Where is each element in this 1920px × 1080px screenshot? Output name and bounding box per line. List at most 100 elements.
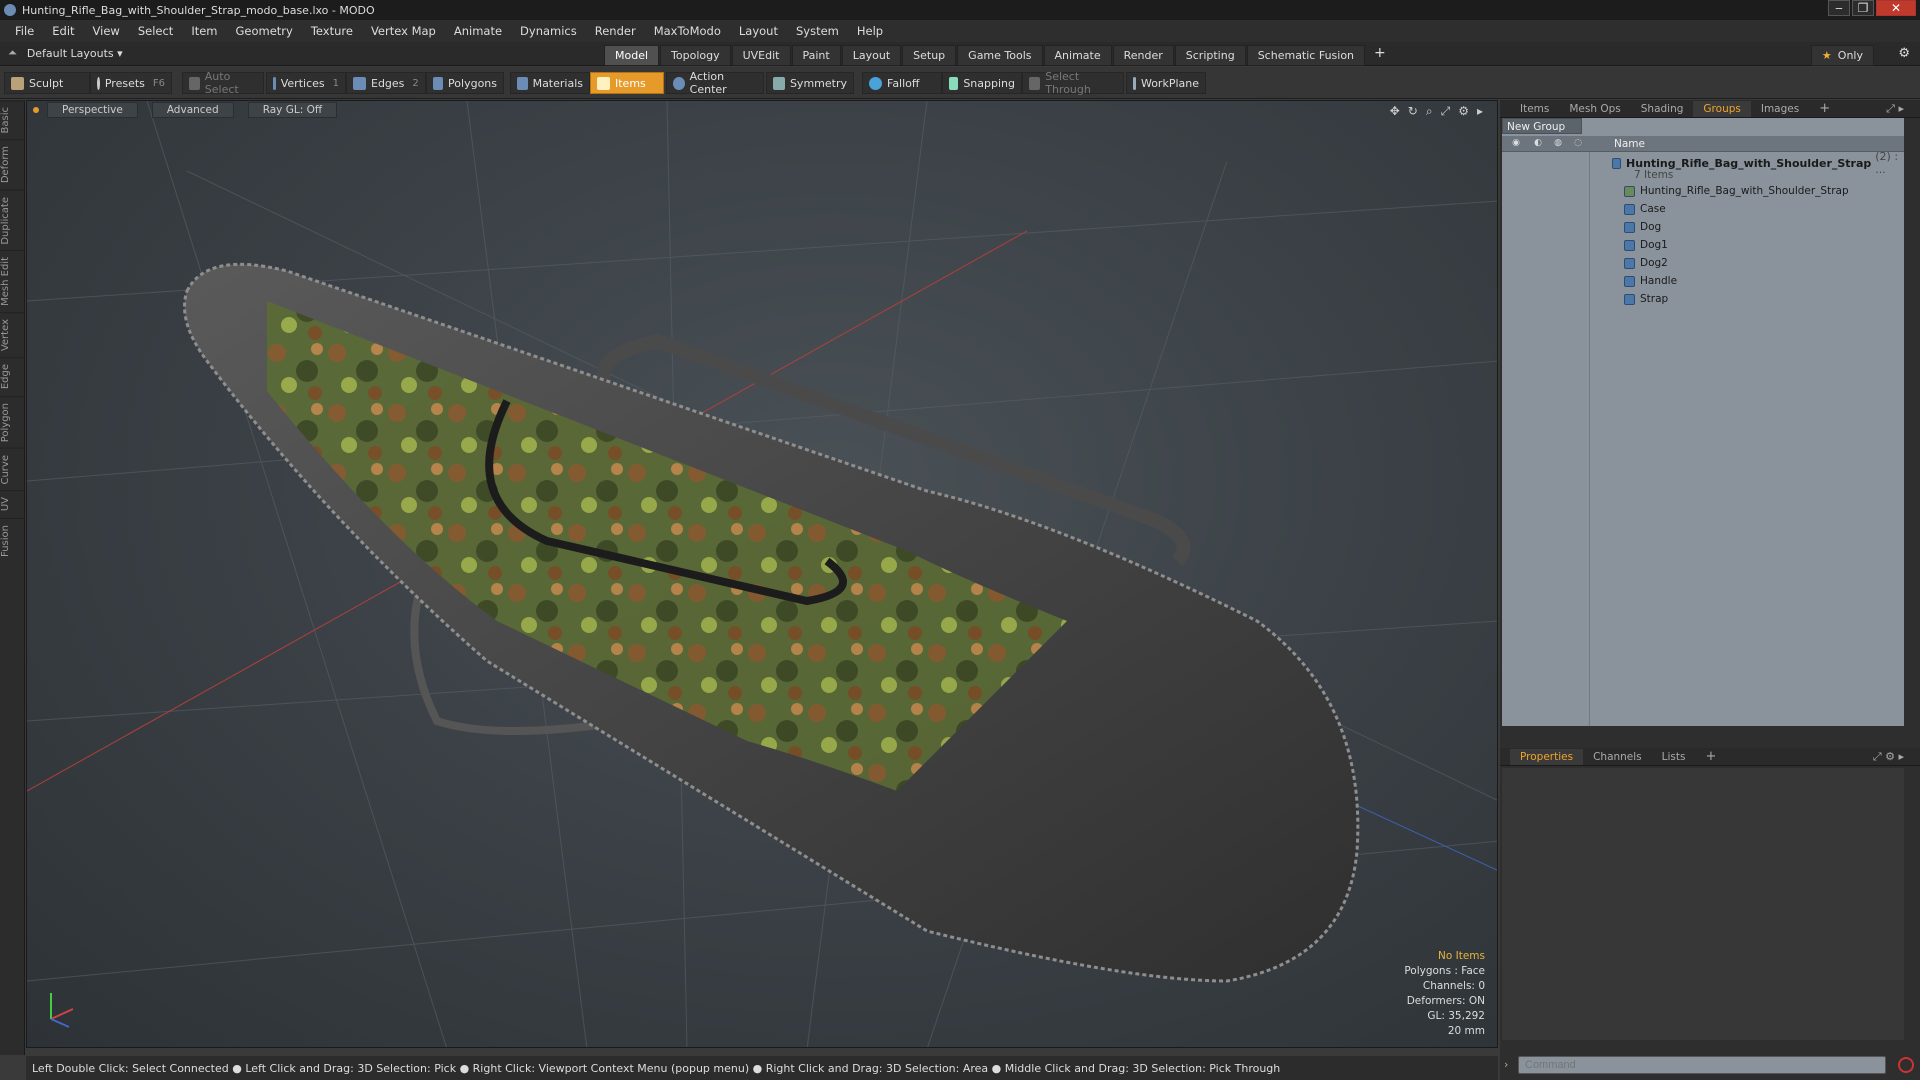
vertices-button[interactable]: Vertices 1 <box>266 72 346 94</box>
menu-view[interactable]: View <box>84 24 129 38</box>
lefttab-polygon[interactable]: Polygon <box>0 395 25 448</box>
tab-game-tools[interactable]: Game Tools <box>957 45 1043 66</box>
groups-list[interactable]: New Group ◉ ◐ ◍ ◌ Name Hunting_Rifle_Bag… <box>1502 118 1904 726</box>
action-center-button[interactable]: Action Center <box>666 70 764 96</box>
tab-groups[interactable]: Groups <box>1693 100 1751 117</box>
menu-help[interactable]: Help <box>848 24 892 38</box>
list-item[interactable]: Dog1 <box>1590 236 1904 254</box>
layouts-label[interactable]: Default Layouts ▾ <box>27 47 123 60</box>
menu-animate[interactable]: Animate <box>445 24 511 38</box>
add-panel-tab-button[interactable]: + <box>1809 99 1840 118</box>
shading-mode-button[interactable]: Advanced <box>151 102 234 118</box>
render-column-icon[interactable]: ◐ <box>1532 138 1544 150</box>
move-view-icon[interactable]: ✥ <box>1390 104 1400 119</box>
tab-paint[interactable]: Paint <box>791 45 841 66</box>
tab-mesh-ops[interactable]: Mesh Ops <box>1559 101 1630 117</box>
add-bottom-tab-button[interactable]: + <box>1695 747 1726 766</box>
list-item[interactable]: Dog2 <box>1590 254 1904 272</box>
viewport-menu-dot[interactable] <box>33 107 39 113</box>
select-column-icon[interactable]: ◌ <box>1572 138 1584 150</box>
menu-vertex-map[interactable]: Vertex Map <box>362 24 445 38</box>
menu-maxtomodo[interactable]: MaxToModo <box>645 24 730 38</box>
list-item[interactable]: Dog <box>1590 218 1904 236</box>
tab-lists[interactable]: Lists <box>1652 749 1696 765</box>
visibility-columns[interactable] <box>1502 152 1590 726</box>
polygons-button[interactable]: Polygons <box>426 72 504 94</box>
menu-item[interactable]: Item <box>182 24 226 38</box>
menu-select[interactable]: Select <box>129 24 182 38</box>
lefttab-mesh-edit[interactable]: Mesh Edit <box>0 250 25 313</box>
window-title: Hunting_Rifle_Bag_with_Shoulder_Strap_mo… <box>22 3 375 17</box>
layout-up-icon[interactable]: ⏶ <box>8 46 17 60</box>
gear-icon[interactable]: ⚙ <box>1898 46 1910 61</box>
tab-render[interactable]: Render <box>1112 45 1174 66</box>
maximize-button[interactable]: ❐ <box>1852 0 1874 16</box>
add-tab-button[interactable]: + <box>1366 45 1394 66</box>
lefttab-deform[interactable]: Deform <box>0 139 25 190</box>
menu-dynamics[interactable]: Dynamics <box>511 24 586 38</box>
minimize-button[interactable]: ‒ <box>1828 0 1850 16</box>
view-type-button[interactable]: Perspective <box>47 102 138 118</box>
symmetry-button[interactable]: Symmetry <box>766 72 854 94</box>
lefttab-fusion[interactable]: Fusion <box>0 517 25 563</box>
list-item[interactable]: Strap <box>1590 290 1904 308</box>
menu-file[interactable]: File <box>6 24 43 38</box>
select-through-button[interactable]: Select Through <box>1022 70 1124 96</box>
items-button[interactable]: Items <box>590 72 664 94</box>
tab-images[interactable]: Images <box>1751 101 1809 117</box>
lefttab-basic[interactable]: Basic <box>0 100 25 140</box>
command-input[interactable] <box>1518 1056 1886 1074</box>
bottom-panel-expand-icon[interactable]: ⤢ ⚙ ▸ <box>1863 748 1914 766</box>
viewport-settings-icon[interactable]: ⚙ <box>1458 104 1469 119</box>
fit-view-icon[interactable]: ⤢ <box>1441 104 1451 119</box>
snapping-button[interactable]: Snapping <box>942 72 1022 94</box>
viewport-expand-icon[interactable]: ▸ <box>1477 104 1483 119</box>
tab-setup[interactable]: Setup <box>902 45 957 66</box>
menu-geometry[interactable]: Geometry <box>227 24 302 38</box>
menu-render[interactable]: Render <box>586 24 645 38</box>
menu-edit[interactable]: Edit <box>43 24 83 38</box>
tab-animate[interactable]: Animate <box>1043 45 1112 66</box>
edges-button[interactable]: Edges 2 <box>346 72 426 94</box>
tab-properties[interactable]: Properties <box>1510 748 1584 765</box>
command-history-icon[interactable] <box>1898 1057 1914 1073</box>
only-button[interactable]: ★ Only <box>1810 45 1874 66</box>
workplane-button[interactable]: WorkPlane <box>1126 72 1206 94</box>
menu-layout[interactable]: Layout <box>730 24 787 38</box>
new-group-button[interactable]: New Group <box>1502 118 1582 134</box>
tab-channels[interactable]: Channels <box>1583 749 1652 765</box>
lefttab-curve[interactable]: Curve <box>0 447 25 491</box>
tab-schematic-fusion[interactable]: Schematic Fusion <box>1246 45 1366 66</box>
lefttab-vertex[interactable]: Vertex <box>0 312 25 358</box>
sculpt-button[interactable]: Sculpt <box>4 72 90 94</box>
materials-button[interactable]: Materials <box>510 72 590 94</box>
raygl-button[interactable]: Ray GL: Off <box>247 102 338 118</box>
list-item[interactable]: Handle <box>1590 272 1904 290</box>
tab-items[interactable]: Items <box>1510 101 1559 117</box>
close-button[interactable]: ✕ <box>1876 0 1916 16</box>
lefttab-edge[interactable]: Edge <box>0 357 25 396</box>
list-item[interactable]: Hunting_Rifle_Bag_with_Shoulder_Strap <box>1590 182 1904 200</box>
layouts-dropdown[interactable]: ⏶ Default Layouts ▾ <box>8 46 123 60</box>
list-item[interactable]: Case <box>1590 200 1904 218</box>
panel-expand-icon[interactable]: ⤢ ▸ <box>1876 100 1914 118</box>
menu-system[interactable]: System <box>787 24 848 38</box>
zoom-view-icon[interactable]: ⌕ <box>1426 104 1433 119</box>
3d-viewport[interactable]: Perspective Advanced Ray GL: Off ✥ ↻ ⌕ ⤢… <box>26 100 1498 1048</box>
tab-layout[interactable]: Layout <box>841 45 902 66</box>
tab-uvedit[interactable]: UVEdit <box>731 45 791 66</box>
visibility-column-icon[interactable]: ◉ <box>1510 138 1522 150</box>
auto-select-button[interactable]: Auto Select <box>182 70 264 96</box>
lock-column-icon[interactable]: ◍ <box>1552 138 1564 150</box>
presets-button[interactable]: Presets F6 <box>90 72 172 94</box>
tab-topology[interactable]: Topology <box>660 45 731 66</box>
menu-texture[interactable]: Texture <box>302 24 362 38</box>
lefttab-duplicate[interactable]: Duplicate <box>0 189 25 251</box>
rotate-view-icon[interactable]: ↻ <box>1408 104 1418 119</box>
falloff-button[interactable]: Falloff <box>862 72 942 94</box>
name-column-header[interactable]: Name <box>1614 138 1645 150</box>
tab-shading[interactable]: Shading <box>1631 101 1694 117</box>
tab-scripting[interactable]: Scripting <box>1174 45 1246 66</box>
tab-model[interactable]: Model <box>604 45 660 66</box>
lefttab-uv[interactable]: UV <box>0 490 25 518</box>
